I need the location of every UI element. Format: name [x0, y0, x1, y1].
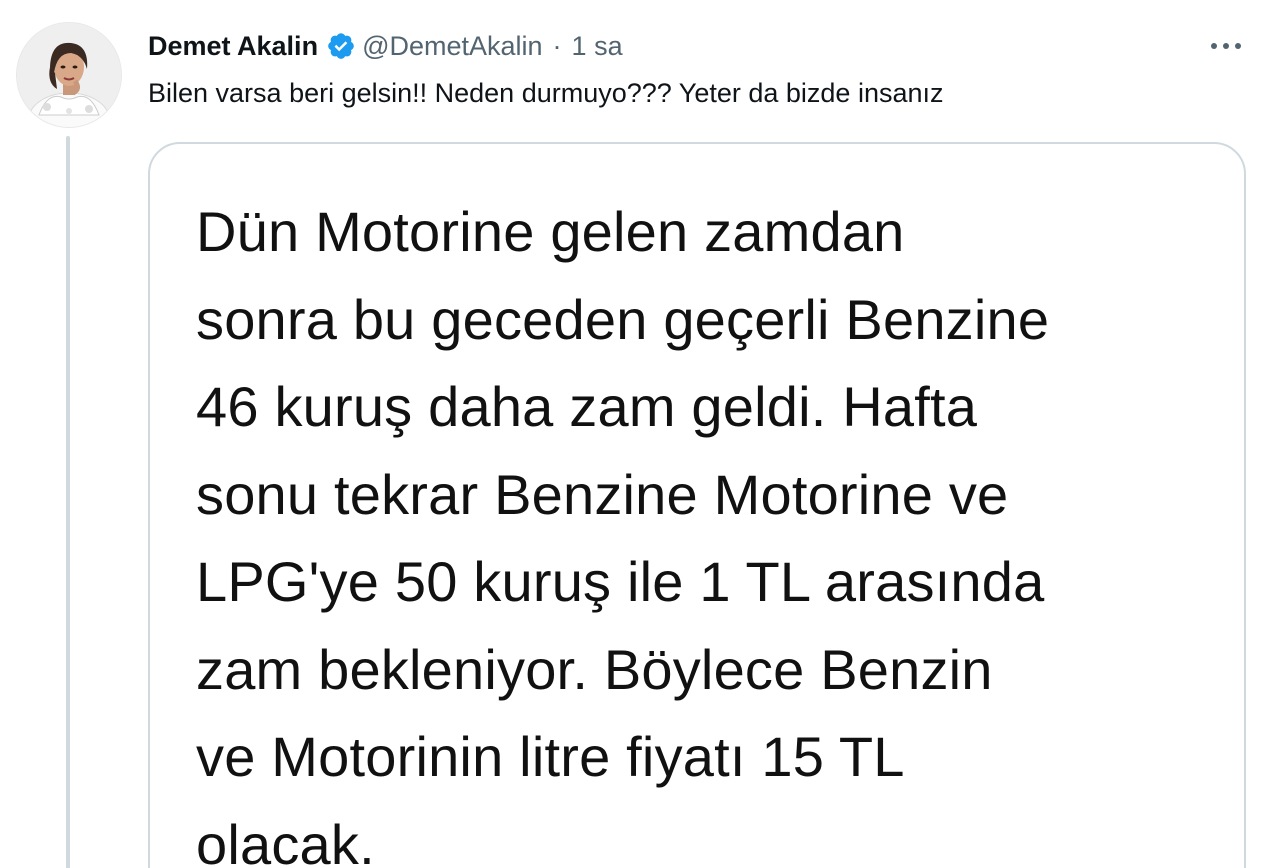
separator-dot: · [552, 30, 562, 61]
tweet: Demet Akalin @DemetAkalin · 1 sa Bilen v… [0, 0, 1280, 868]
avatar-column [16, 22, 122, 128]
tweet-media[interactable]: Dün Motorine gelen zamdan sonra bu geced… [148, 142, 1246, 868]
tweet-text: Bilen varsa beri gelsin!! Neden durmuyo?… [148, 78, 944, 108]
tweet-timestamp[interactable]: 1 sa [572, 31, 623, 62]
profile-photo-icon [17, 23, 121, 127]
verified-badge-icon [326, 31, 356, 61]
tweet-header: Demet Akalin @DemetAkalin · 1 sa [148, 24, 623, 68]
avatar[interactable] [16, 22, 122, 128]
user-handle[interactable]: @DemetAkalin [362, 31, 542, 62]
thread-line [66, 136, 70, 868]
media-image-text: Dün Motorine gelen zamdan sonra bu geced… [196, 200, 1050, 868]
more-options-icon [1211, 43, 1241, 49]
more-options-button[interactable] [1208, 32, 1244, 60]
display-name[interactable]: Demet Akalin [148, 31, 318, 62]
